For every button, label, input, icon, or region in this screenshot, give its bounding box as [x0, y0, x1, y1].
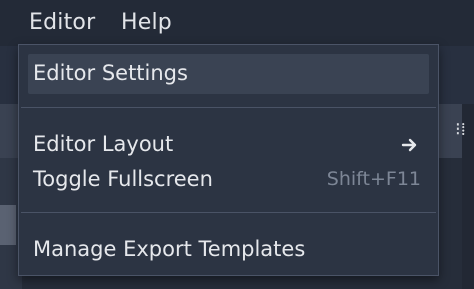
menu-help[interactable]: Help	[121, 10, 172, 35]
menu-editor[interactable]: Editor	[29, 10, 95, 35]
editor-window: Editor Help ⁝⁞ Editor Settings Editor La…	[0, 0, 474, 289]
background-selected-row	[0, 205, 16, 245]
menu-item-label: Editor Settings	[33, 61, 188, 85]
submenu-arrow-icon	[401, 138, 417, 152]
menu-item-label: Toggle Fullscreen	[33, 167, 213, 191]
menu-item-editor-layout[interactable]: Editor Layout	[28, 125, 429, 165]
menu-separator	[21, 107, 436, 108]
tool-icon[interactable]: ⁝⁞	[455, 119, 466, 140]
menu-item-label: Manage Export Templates	[33, 237, 306, 261]
editor-menu-popup: Editor Settings Editor Layout Toggle Ful…	[18, 44, 439, 276]
shortcut-label: Shift+F11	[326, 168, 421, 190]
menubar: Editor Help	[0, 0, 474, 46]
menu-separator	[21, 212, 436, 213]
menu-item-label: Editor Layout	[33, 132, 174, 156]
menu-item-editor-settings[interactable]: Editor Settings	[28, 54, 429, 94]
menu-item-toggle-fullscreen[interactable]: Toggle Fullscreen Shift+F11	[28, 160, 429, 200]
menu-item-manage-export-templates[interactable]: Manage Export Templates	[28, 230, 429, 270]
